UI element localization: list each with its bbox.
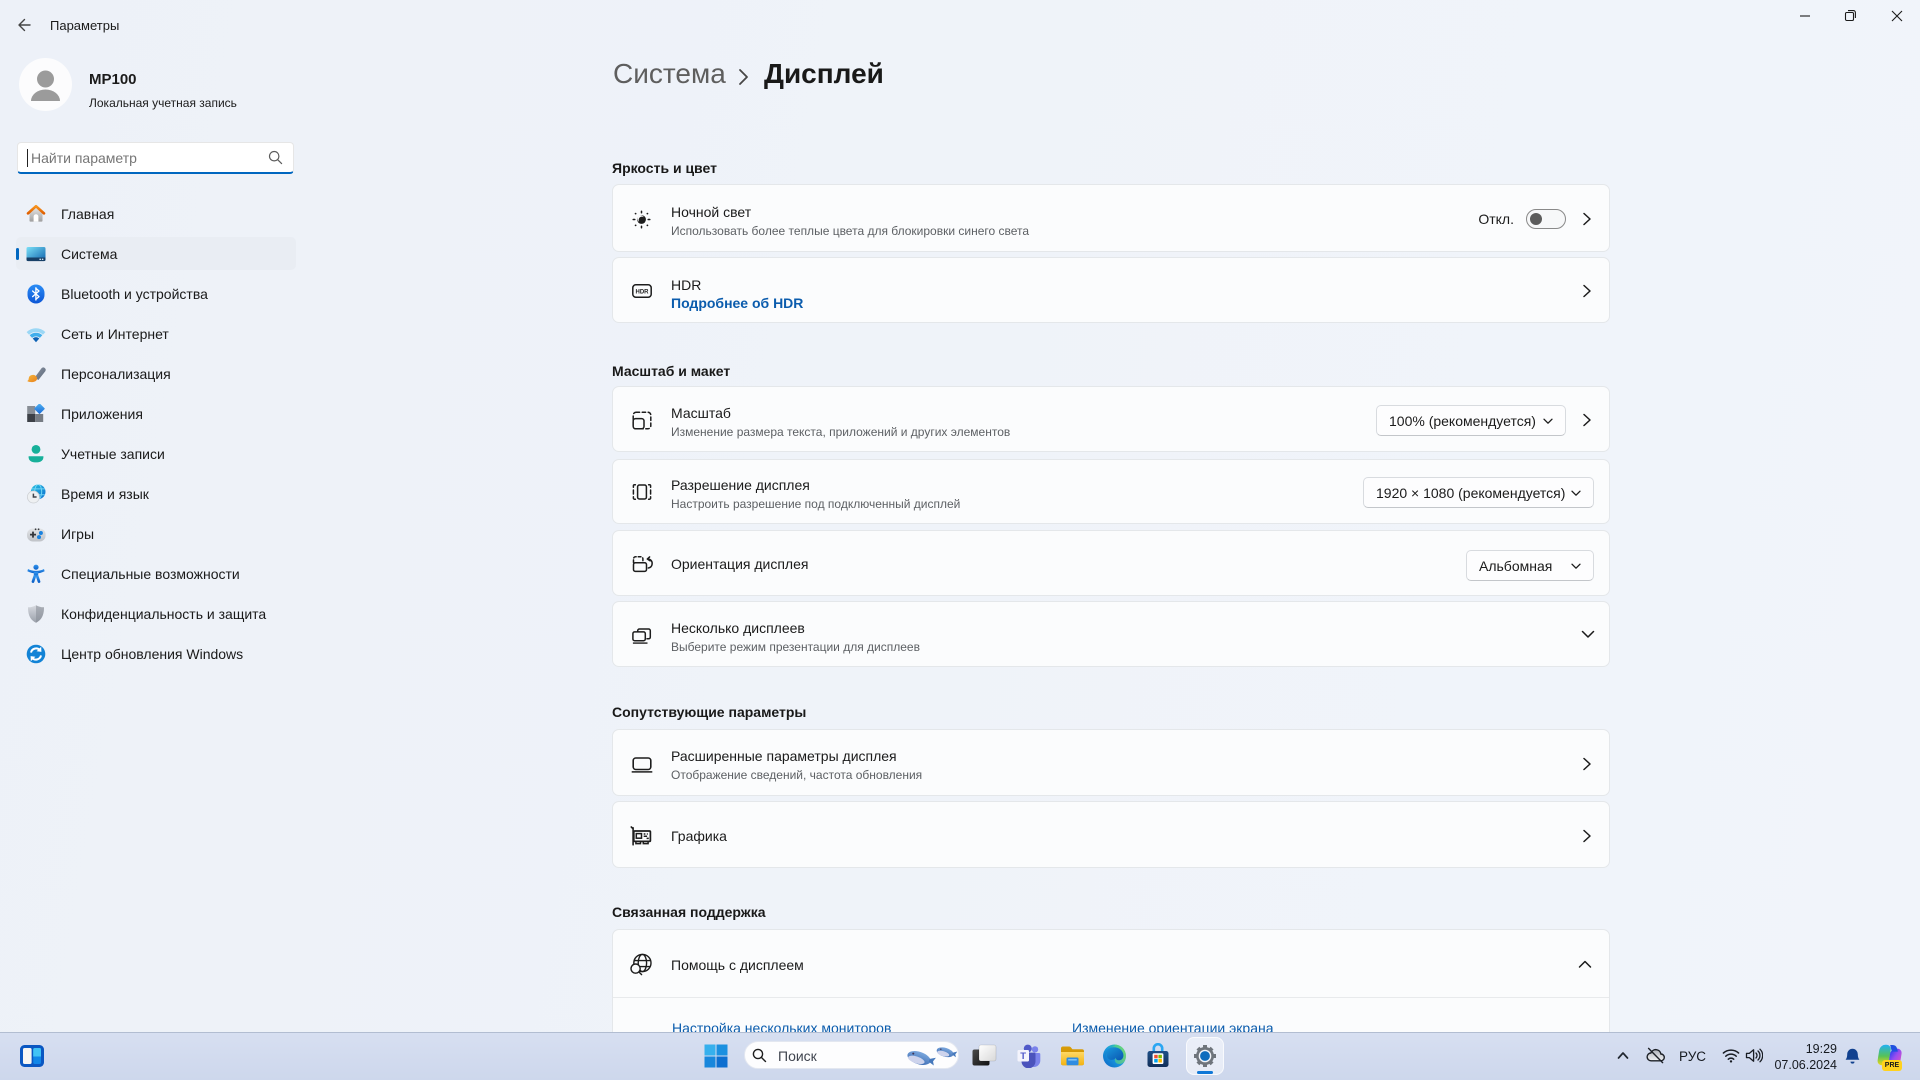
svg-text:T: T [1020,1051,1026,1062]
svg-text:HDR: HDR [636,290,650,296]
